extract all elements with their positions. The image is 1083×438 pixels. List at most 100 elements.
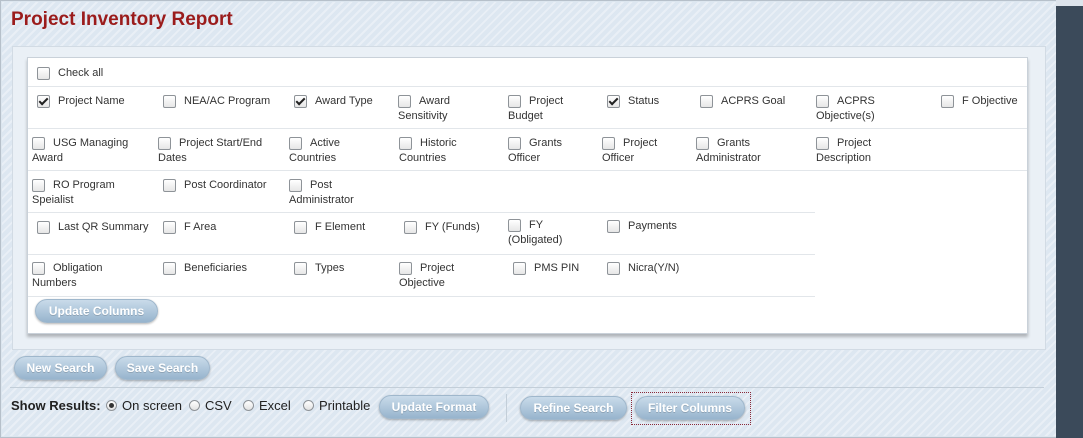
- column-option-label: FY (Funds): [425, 221, 480, 233]
- column-option[interactable]: Active Countries: [289, 136, 369, 166]
- checkbox-box[interactable]: [163, 179, 176, 192]
- column-row: Last QR Summary F Area F Element FY (Fun…: [28, 212, 815, 255]
- checkbox-box[interactable]: [816, 137, 829, 150]
- divider: [10, 387, 1044, 388]
- column-option-label: USG Managing Award: [32, 137, 129, 164]
- column-option[interactable]: Beneficiaries: [163, 261, 247, 276]
- column-option-label: Post Coordinator: [184, 179, 267, 191]
- checkbox-box[interactable]: [508, 137, 521, 150]
- checkbox-box[interactable]: [32, 137, 45, 150]
- column-option[interactable]: Types: [294, 261, 344, 276]
- column-option[interactable]: PMS PIN: [513, 261, 579, 276]
- column-option[interactable]: Status: [607, 94, 659, 109]
- checkbox-box[interactable]: [399, 262, 412, 275]
- checkbox-box[interactable]: [816, 95, 829, 108]
- refine-search-button[interactable]: Refine Search: [520, 396, 627, 420]
- column-option[interactable]: Award Sensitivity: [398, 94, 488, 124]
- column-option[interactable]: Project Officer: [602, 136, 677, 166]
- column-option[interactable]: NEA/AC Program: [163, 94, 270, 109]
- radio-excel[interactable]: Excel: [243, 398, 291, 413]
- column-option[interactable]: ACPRS Goal: [700, 94, 785, 109]
- checkbox-box[interactable]: [163, 95, 176, 108]
- column-option[interactable]: FY (Obligated): [508, 218, 573, 248]
- radio-csv[interactable]: CSV: [189, 398, 232, 413]
- checkbox-box[interactable]: [607, 220, 620, 233]
- checkbox-box[interactable]: [37, 95, 50, 108]
- column-option-label: NEA/AC Program: [184, 95, 271, 107]
- check-all-label: Check all: [58, 67, 104, 79]
- checkbox-box[interactable]: [32, 179, 45, 192]
- column-option[interactable]: FY (Funds): [404, 220, 480, 235]
- filter-columns-button[interactable]: Filter Columns: [635, 396, 745, 420]
- radio-button[interactable]: [189, 400, 200, 411]
- column-option[interactable]: Project Objective: [399, 261, 484, 291]
- checkbox-box[interactable]: [158, 137, 171, 150]
- radio-label: Excel: [259, 398, 291, 413]
- check-all-checkbox[interactable]: Check all: [37, 66, 103, 81]
- column-option-label: Types: [315, 262, 345, 274]
- radio-button[interactable]: [243, 400, 254, 411]
- column-option[interactable]: Nicra(Y/N): [607, 261, 679, 276]
- checkbox-box[interactable]: [32, 262, 45, 275]
- column-option[interactable]: USG Managing Award: [32, 136, 137, 166]
- checkbox-box[interactable]: [37, 221, 50, 234]
- checkbox-box[interactable]: [294, 221, 307, 234]
- column-option-label: Project Start/End Dates: [158, 137, 263, 164]
- column-row: RO Program Speialist Post Coordinator Po…: [28, 170, 815, 213]
- radio-label: CSV: [205, 398, 232, 413]
- save-search-button[interactable]: Save Search: [115, 356, 210, 380]
- checkbox-box[interactable]: [294, 262, 307, 275]
- checkbox-box[interactable]: [398, 95, 411, 108]
- column-option[interactable]: F Objective: [941, 94, 1018, 109]
- checkbox-box[interactable]: [37, 67, 50, 80]
- column-option[interactable]: Post Administrator: [289, 178, 364, 208]
- show-results-label: Show Results:: [11, 398, 101, 413]
- column-option[interactable]: Grants Administrator: [696, 136, 786, 166]
- new-search-button[interactable]: New Search: [14, 356, 107, 380]
- checkbox-box[interactable]: [607, 95, 620, 108]
- checkbox-box[interactable]: [700, 95, 713, 108]
- column-option-label: Beneficiaries: [184, 262, 247, 274]
- radio-on-screen[interactable]: On screen: [106, 398, 182, 413]
- radio-label: On screen: [122, 398, 182, 413]
- radio-button[interactable]: [303, 400, 314, 411]
- checkbox-box[interactable]: [941, 95, 954, 108]
- checkbox-box[interactable]: [696, 137, 709, 150]
- column-option[interactable]: RO Program Speialist: [32, 178, 132, 208]
- checkbox-box[interactable]: [404, 221, 417, 234]
- column-option[interactable]: Obligation Numbers: [32, 261, 122, 291]
- update-columns-button[interactable]: Update Columns: [35, 299, 158, 323]
- column-option-label: F Objective: [962, 95, 1018, 107]
- column-option[interactable]: ACPRS Objective(s): [816, 94, 906, 124]
- checkbox-box[interactable]: [294, 95, 307, 108]
- update-format-button[interactable]: Update Format: [379, 395, 489, 419]
- column-option[interactable]: F Element: [294, 220, 365, 235]
- column-option[interactable]: Grants Officer: [508, 136, 578, 166]
- checkbox-box[interactable]: [289, 137, 302, 150]
- column-option[interactable]: Project Name: [37, 94, 125, 109]
- column-option[interactable]: Award Type: [294, 94, 373, 109]
- column-option[interactable]: F Area: [163, 220, 216, 235]
- column-option[interactable]: Post Coordinator: [163, 178, 267, 193]
- column-option[interactable]: Historic Countries: [399, 136, 484, 166]
- checkbox-box[interactable]: [289, 179, 302, 192]
- column-option[interactable]: Project Budget: [508, 94, 583, 124]
- checkbox-box[interactable]: [602, 137, 615, 150]
- checkbox-box[interactable]: [163, 221, 176, 234]
- checkbox-box[interactable]: [399, 137, 412, 150]
- column-option[interactable]: Project Start/End Dates: [158, 136, 273, 166]
- radio-printable[interactable]: Printable: [303, 398, 370, 413]
- checkbox-box[interactable]: [163, 262, 176, 275]
- column-checkbox-list: Check all Project Name NEA/AC Program Aw…: [27, 57, 1028, 334]
- column-option-label: Project Name: [58, 95, 125, 107]
- column-option[interactable]: Payments: [607, 219, 677, 234]
- column-option[interactable]: Project Description: [816, 136, 906, 166]
- checkbox-box[interactable]: [508, 219, 521, 232]
- column-option[interactable]: Last QR Summary: [37, 220, 148, 235]
- radio-button[interactable]: [106, 400, 117, 411]
- checkbox-box[interactable]: [607, 262, 620, 275]
- column-option-label: ACPRS Goal: [721, 95, 786, 107]
- checkbox-box[interactable]: [508, 95, 521, 108]
- check-all-row: Check all: [28, 58, 1027, 87]
- checkbox-box[interactable]: [513, 262, 526, 275]
